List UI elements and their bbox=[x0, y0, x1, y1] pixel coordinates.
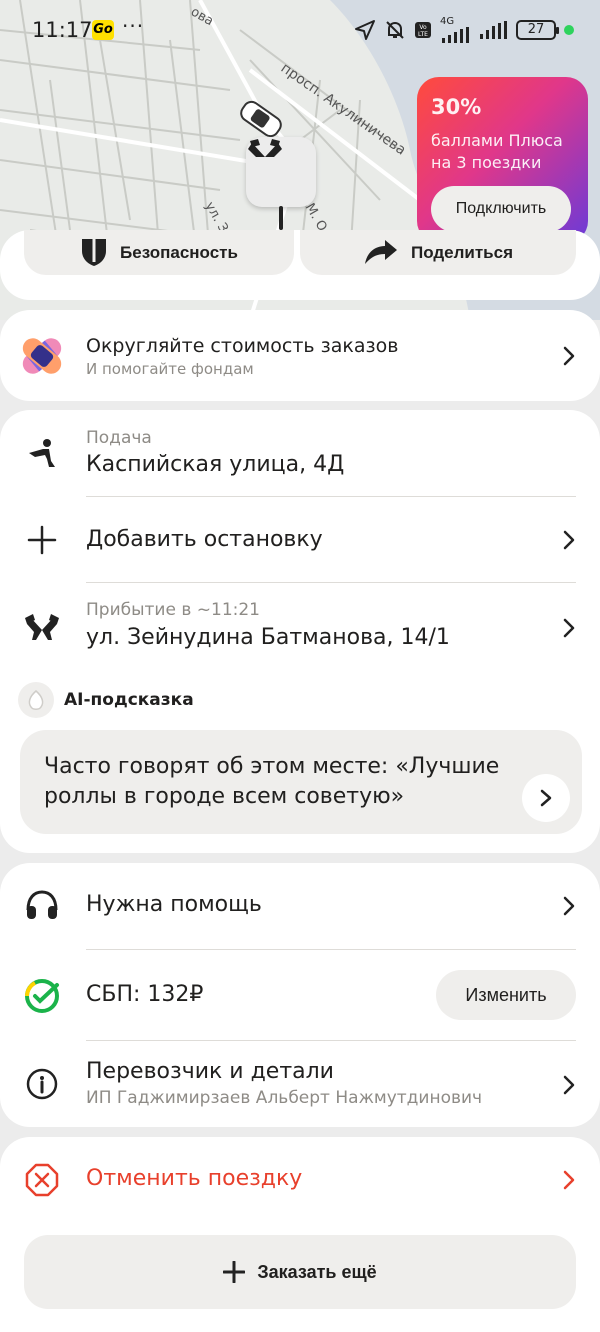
ai-hint-open-button[interactable] bbox=[522, 774, 570, 822]
route-card: Подача Каспийская улица, 4Д Добавить ост… bbox=[0, 410, 600, 853]
alice-icon bbox=[18, 682, 54, 718]
network-type-label: 4G bbox=[440, 16, 455, 27]
share-button[interactable]: Поделиться bbox=[300, 230, 576, 275]
status-bar: 11:17 Go ··· Vo LTE 4G 27 bbox=[0, 0, 600, 62]
order-more-button[interactable]: Заказать ещё bbox=[24, 1235, 576, 1309]
roundup-title: Округляйте стоимость заказов bbox=[86, 335, 399, 357]
status-time: 11:17 bbox=[32, 18, 93, 42]
chevron-right-icon bbox=[563, 1170, 575, 1190]
finish-flags-icon bbox=[22, 607, 62, 647]
pickup-address: Каспийская улица, 4Д bbox=[86, 452, 345, 477]
ai-hint-bubble[interactable]: Часто говорят об этом месте: «Лучшие рол… bbox=[20, 730, 582, 834]
finish-flags-icon bbox=[248, 139, 282, 157]
safety-button[interactable]: Безопасность bbox=[24, 230, 294, 275]
chevron-right-icon bbox=[563, 896, 575, 916]
location-arrow-icon bbox=[355, 20, 375, 40]
destination-address: ул. Зейнудина Батманова, 14/1 bbox=[86, 625, 450, 650]
plus-icon bbox=[22, 520, 62, 560]
connect-button[interactable]: Подключить bbox=[431, 186, 571, 232]
ai-hint-title: AI-подсказка bbox=[64, 690, 194, 710]
signal-4g: 4G bbox=[440, 17, 470, 43]
cancel-trip-row[interactable]: Отменить поездку bbox=[0, 1137, 600, 1223]
promo-description: баллами Плюса на 3 поездки bbox=[431, 131, 563, 172]
carrier-row[interactable]: Перевозчик и детали ИП Гаджимирзаев Альб… bbox=[0, 1041, 600, 1127]
destination-row[interactable]: Прибытие в ~11:21 ул. Зейнудина Батманов… bbox=[0, 583, 600, 673]
cancel-trip-label: Отменить поездку bbox=[86, 1166, 303, 1191]
trip-actions-card: Безопасность Поделиться bbox=[0, 230, 600, 300]
plus-icon bbox=[223, 1261, 246, 1283]
volte-icon: Vo LTE bbox=[415, 22, 431, 38]
charity-bandage-icon bbox=[22, 338, 62, 374]
order-more-label: Заказать ещё bbox=[257, 1261, 377, 1282]
share-arrow-icon bbox=[364, 239, 397, 264]
share-label: Поделиться bbox=[410, 242, 514, 262]
help-label: Нужна помощь bbox=[86, 892, 262, 917]
promo-percent: 30% bbox=[431, 95, 482, 119]
arrival-label: Прибытие в ~11:21 bbox=[86, 600, 261, 620]
privacy-indicator-dot bbox=[564, 25, 574, 35]
battery-icon: 27 bbox=[516, 20, 559, 40]
plus-promo-card[interactable]: 30% баллами Плюса на 3 поездки Подключит… bbox=[417, 77, 588, 243]
safety-label: Безопасность bbox=[120, 242, 238, 262]
svg-text:LTE: LTE bbox=[418, 31, 428, 38]
chevron-right-icon bbox=[563, 1075, 575, 1095]
finish-pin-stem bbox=[279, 206, 283, 230]
help-row[interactable]: Нужна помощь bbox=[0, 863, 600, 949]
muted-bell-icon bbox=[386, 21, 404, 39]
carrier-name: ИП Гаджимирзаев Альберт Нажмутдинович bbox=[86, 1088, 483, 1108]
headset-icon bbox=[22, 886, 62, 926]
svg-text:Vo: Vo bbox=[419, 24, 427, 31]
more-notifications-icon: ··· bbox=[122, 14, 145, 38]
add-stop-row[interactable]: Добавить остановку bbox=[0, 497, 600, 583]
signal-bars-icon bbox=[442, 27, 469, 43]
shield-icon bbox=[82, 238, 107, 266]
chevron-right-icon bbox=[563, 346, 575, 366]
finish-pin[interactable] bbox=[246, 137, 316, 207]
sbp-icon bbox=[22, 976, 62, 1016]
pickup-person-icon bbox=[22, 434, 62, 474]
payment-label: СБП: 132₽ bbox=[86, 982, 204, 1007]
pickup-label: Подача bbox=[86, 428, 152, 448]
signal-bars-2-icon bbox=[480, 21, 507, 39]
roundup-card[interactable]: Округляйте стоимость заказов И помогайте… bbox=[0, 310, 600, 401]
ai-hint-text: Часто говорят об этом месте: «Лучшие рол… bbox=[44, 754, 500, 809]
go-app-icon: Go bbox=[92, 20, 114, 40]
cancel-icon bbox=[22, 1160, 62, 1200]
chevron-right-icon bbox=[563, 618, 575, 638]
chevron-right-icon bbox=[540, 789, 552, 807]
add-stop-label: Добавить остановку bbox=[86, 527, 323, 552]
pickup-row[interactable]: Подача Каспийская улица, 4Д bbox=[0, 410, 600, 496]
roundup-subtitle: И помогайте фондам bbox=[86, 360, 254, 378]
info-icon bbox=[22, 1064, 62, 1104]
support-card: Нужна помощь СБП: 132₽ Изменить Перевозч… bbox=[0, 863, 600, 1127]
carrier-title: Перевозчик и детали bbox=[86, 1059, 334, 1084]
change-payment-button[interactable]: Изменить bbox=[436, 970, 576, 1020]
chevron-right-icon bbox=[563, 530, 575, 550]
